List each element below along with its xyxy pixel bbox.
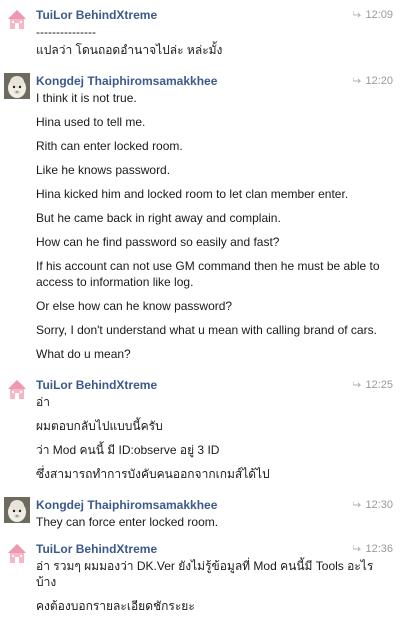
alpaca-avatar[interactable]: [4, 73, 30, 99]
sender-name[interactable]: Kongdej Thaiphiromsamakkhee: [36, 74, 217, 88]
message-text: Rith can enter locked room.: [36, 139, 183, 153]
chat-log: TuiLor BehindXtreme 12:09 --------------…: [0, 0, 407, 614]
reply-icon: [353, 77, 362, 84]
message-text: ผมตอบกลับไปแบบนี้ครับ: [36, 419, 163, 433]
message-time: 12:30: [353, 496, 393, 514]
message-text: I think it is not true.: [36, 91, 137, 105]
reply-icon: [353, 501, 362, 508]
sender-name[interactable]: TuiLor BehindXtreme: [36, 8, 157, 22]
reply-icon: [353, 11, 362, 18]
sender-name[interactable]: TuiLor BehindXtreme: [36, 378, 157, 392]
message-text: Or else how can he know password?: [36, 299, 233, 313]
message-text: ว่า Mod คนนี้ มี ID:observe อยู่ 3 ID: [36, 443, 220, 457]
message-text: แปลว่า โดนถอดอำนาจไปล่ะ หล่ะมั้ง: [36, 43, 223, 57]
message-time: 12:09: [353, 6, 393, 24]
message-text: How can he find password so easily and f…: [36, 235, 280, 249]
time-label: 12:36: [365, 543, 393, 555]
time-label: 12:30: [365, 499, 393, 511]
pink-house-avatar[interactable]: [4, 7, 30, 33]
message-text: ซึ่งสามารถทำการบังคับคนออกจากเกมส์ได้ไป: [36, 467, 270, 481]
time-label: 12:20: [365, 75, 393, 87]
message-text: อ่า รวมๆ ผมมองว่า DK.Ver ยังไม่รู้ข้อมูล…: [36, 559, 374, 589]
message-text: Hina used to tell me.: [36, 115, 146, 129]
message-time: 12:20: [353, 72, 393, 90]
message-group: TuiLor BehindXtreme 12:25 อ่า ผมตอบกลับไ…: [0, 376, 407, 482]
message-text: Sorry, I don't understand what u mean wi…: [36, 323, 377, 337]
message-header: Kongdej Thaiphiromsamakkhee 12:20: [36, 72, 399, 90]
message-header: TuiLor BehindXtreme 12:25: [36, 376, 399, 394]
pink-house-avatar[interactable]: [4, 377, 30, 403]
message-header: TuiLor BehindXtreme 12:36: [36, 540, 399, 558]
alpaca-avatar[interactable]: [4, 497, 30, 523]
message-group: Kongdej Thaiphiromsamakkhee 12:30 They c…: [0, 496, 407, 530]
message-text: If his account can not use GM command th…: [36, 259, 380, 289]
message-text: What do u mean?: [36, 347, 131, 361]
message-time: 12:25: [353, 376, 393, 394]
message-header: Kongdej Thaiphiromsamakkhee 12:30: [36, 496, 399, 514]
message-time: 12:36: [353, 540, 393, 558]
message-group: Kongdej Thaiphiromsamakkhee 12:20 I thin…: [0, 72, 407, 362]
message-text: Hina kicked him and locked room to let c…: [36, 187, 349, 201]
message-text: คงต้องบอกรายละเอียดชักระยะ: [36, 599, 195, 613]
message-text: ---------------: [36, 25, 96, 39]
reply-icon: [353, 381, 362, 388]
reply-icon: [353, 545, 362, 552]
time-label: 12:25: [365, 379, 393, 391]
message-group: TuiLor BehindXtreme 12:09 --------------…: [0, 6, 407, 58]
sender-name[interactable]: TuiLor BehindXtreme: [36, 542, 157, 556]
pink-house-avatar[interactable]: [4, 541, 30, 567]
message-text: อ่า: [36, 395, 50, 409]
sender-name[interactable]: Kongdej Thaiphiromsamakkhee: [36, 498, 217, 512]
message-text: But he came back in right away and compl…: [36, 211, 281, 225]
time-label: 12:09: [365, 9, 393, 21]
message-text: Like he knows password.: [36, 163, 171, 177]
message-text: They can force enter locked room.: [36, 515, 219, 529]
message-group: TuiLor BehindXtreme 12:36 อ่า รวมๆ ผมมอง…: [0, 540, 407, 614]
message-header: TuiLor BehindXtreme 12:09: [36, 6, 399, 24]
